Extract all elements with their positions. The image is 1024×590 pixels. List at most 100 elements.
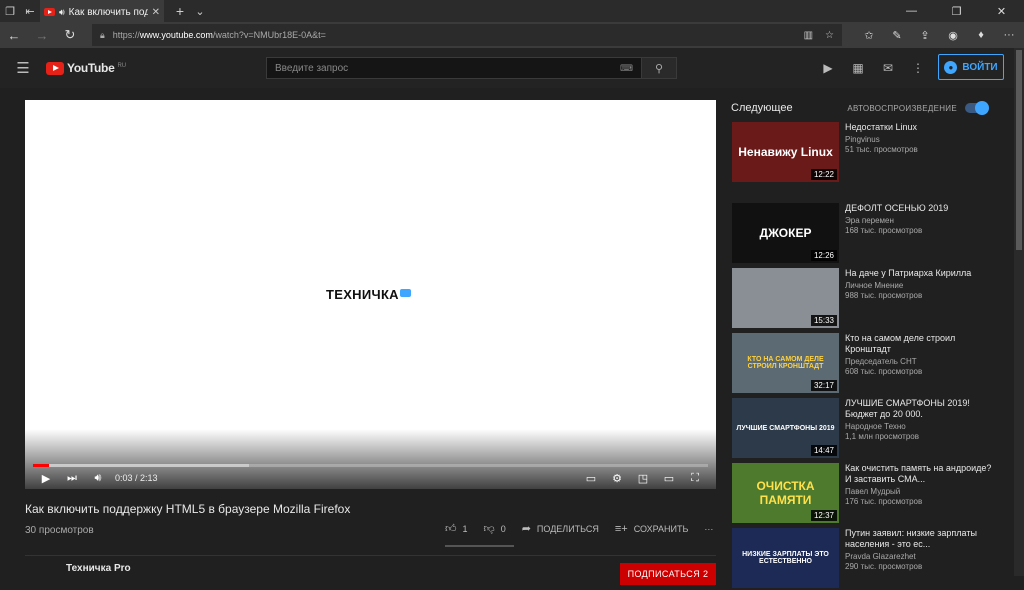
- like-count: 1: [462, 523, 468, 534]
- played-bar: [33, 464, 49, 467]
- set-aside-tabs-icon[interactable]: ⇤: [20, 0, 40, 22]
- recommendation-item[interactable]: ЛУЧШИЕ СМАРТФОНЫ 2019 14:47 ЛУЧШИЕ СМАРТФО…: [732, 398, 992, 460]
- recommendation-title[interactable]: ЛУЧШИЕ СМАРТФОНЫ 2019! Бюджет до 20 000.: [845, 398, 992, 420]
- recommendation-title[interactable]: Как очистить память на андроиде? И заста…: [845, 463, 992, 485]
- recommendation-title[interactable]: Кто на самом деле строил Кронштадт: [845, 333, 992, 355]
- youtube-logo[interactable]: YouTube RU: [46, 61, 126, 75]
- recommendation-item[interactable]: Ненавижу Linux 12:22 Недостатки Linux Pingv…: [732, 122, 992, 184]
- video-player[interactable]: ТЕХНИЧКА ▶ ⏭︎ 🔊︎ 0:03 / 2:13 ▭ ⚙ ◳ ▭ ⛶: [25, 100, 716, 489]
- recommendation-info: Кто на самом деле строил Кронштадт Предсе…: [845, 333, 992, 395]
- menu-icon[interactable]: ☰: [0, 59, 46, 77]
- chat-bubble-icon: [399, 289, 411, 297]
- maximize-icon[interactable]: ❐: [934, 0, 979, 22]
- video-thumbnail[interactable]: ЛУЧШИЕ СМАРТФОНЫ 2019 14:47: [732, 398, 839, 458]
- tips-icon[interactable]: ♦: [968, 22, 994, 48]
- favorite-star-icon[interactable]: ☆: [825, 30, 834, 41]
- recommendation-info: Как очистить память на андроиде? И заста…: [845, 463, 992, 525]
- favorites-icon[interactable]: ✩: [856, 22, 882, 48]
- close-tab-icon[interactable]: ✕: [152, 7, 160, 18]
- new-tab-icon[interactable]: +: [170, 0, 190, 22]
- recommendation-info: ДЕФОЛТ ОСЕНЬЮ 2019 Эра перемен 168 тыс. пр…: [845, 203, 992, 265]
- extension-icon[interactable]: ◉: [940, 22, 966, 48]
- recommendation-title[interactable]: Недостатки Linux: [845, 122, 992, 133]
- address-bar[interactable]: 🔒︎ https://www.youtube.com/watch?v=NMUbr…: [92, 24, 842, 46]
- settings-dots-icon[interactable]: ⋮: [908, 58, 928, 78]
- reading-view-icon[interactable]: ▥: [804, 30, 813, 41]
- autoplay-label: АВТОВОСПРОИЗВЕДЕНИЕ: [847, 103, 957, 113]
- recommendation-channel: Личное Мнение: [845, 281, 904, 290]
- channel-name[interactable]: Техничка Pro: [66, 563, 131, 574]
- more-menu-icon[interactable]: ···: [996, 22, 1022, 48]
- share-icon[interactable]: ⇪: [912, 22, 938, 48]
- recommendation-title[interactable]: Путин заявил: низкие зарплаты населения …: [845, 528, 992, 550]
- subscribe-button[interactable]: ПОДПИСАТЬСЯ 2: [620, 563, 716, 585]
- audio-icon[interactable]: 🔊︎: [59, 7, 65, 18]
- video-duration: 32:17: [810, 380, 837, 391]
- chevron-down-icon[interactable]: ⌄: [190, 0, 210, 22]
- page-scrollbar[interactable]: [1014, 48, 1024, 576]
- video-thumbnail[interactable]: КТО НА САМОМ ДЕЛЕ СТРОИЛ КРОНШТАДТ 32:17: [732, 333, 839, 393]
- minimize-icon[interactable]: —: [889, 0, 934, 22]
- close-window-icon[interactable]: ✕: [979, 0, 1024, 22]
- recommendation-item[interactable]: НИЗКИЕ ЗАРПЛАТЫ ЭТО ЕСТЕСТВЕННО Путин зая…: [732, 528, 992, 590]
- recommendation-item[interactable]: КТО НА САМОМ ДЕЛЕ СТРОИЛ КРОНШТАДТ 32:17 К…: [732, 333, 992, 395]
- video-thumbnail[interactable]: Ненавижу Linux 12:22: [732, 122, 839, 182]
- keyboard-icon[interactable]: ⌨: [620, 63, 633, 74]
- next-icon[interactable]: ⏭︎: [59, 470, 85, 486]
- back-icon[interactable]: ←: [0, 22, 28, 48]
- video-actions: 👍︎ 1 👎︎ 0 ➦ ПОДЕЛИТЬСЯ ≡+ СОХРАНИТЬ ···: [445, 522, 713, 536]
- video-duration: 12:37: [810, 510, 837, 521]
- recommendation-title[interactable]: ДЕФОЛТ ОСЕНЬЮ 2019: [845, 203, 992, 214]
- video-title: Как включить поддержку HTML5 в браузере …: [25, 502, 351, 516]
- share-button[interactable]: ➦ ПОДЕЛИТЬСЯ: [522, 522, 599, 535]
- subtitles-icon[interactable]: ▭: [578, 470, 604, 486]
- youtube-favicon-icon: [44, 8, 55, 16]
- messages-icon[interactable]: ✉: [878, 58, 898, 78]
- like-ratio-bar: [445, 545, 514, 547]
- recommendation-item[interactable]: ОЧИСТКА ПАМЯТИ 12:37 Как очистить память н…: [732, 463, 992, 525]
- thumbnail-text: НИЗКИЕ ЗАРПЛАТЫ ЭТО ЕСТЕСТВЕННО: [742, 551, 829, 565]
- recommendation-info: На даче у Патриарха Кирилла Личное Мнение…: [845, 268, 992, 330]
- recommendation-item[interactable]: ДЖОКЕР 12:26 ДЕФОЛТ ОСЕНЬЮ 2019 Эра перемен…: [732, 203, 992, 265]
- play-icon[interactable]: ▶: [33, 470, 59, 486]
- tab-title: Как включить под: [68, 6, 148, 18]
- lock-icon: 🔒︎: [100, 29, 105, 40]
- channel-avatar[interactable]: [25, 566, 53, 586]
- video-thumbnail[interactable]: НИЗКИЕ ЗАРПЛАТЫ ЭТО ЕСТЕСТВЕННО: [732, 528, 839, 588]
- forward-icon[interactable]: →: [28, 22, 56, 48]
- video-duration: 14:47: [810, 445, 837, 456]
- create-video-icon[interactable]: ▶︎: [818, 58, 838, 78]
- login-label: ВОЙТИ: [962, 61, 998, 73]
- theater-mode-icon[interactable]: ▭: [656, 470, 682, 486]
- volume-icon[interactable]: 🔊︎: [85, 470, 111, 486]
- miniplayer-icon[interactable]: ◳: [630, 470, 656, 486]
- scrollbar-thumb[interactable]: [1016, 50, 1022, 250]
- save-button[interactable]: ≡+ СОХРАНИТЬ: [615, 523, 689, 535]
- recommendation-channel: Эра перемен: [845, 216, 894, 225]
- login-button[interactable]: ● ВОЙТИ: [938, 54, 1004, 80]
- share-arrow-icon: ➦: [521, 523, 531, 535]
- recommendation-item[interactable]: 15:33 На даче у Патриарха Кирилла Личное М…: [732, 268, 992, 330]
- fullscreen-icon[interactable]: ⛶: [682, 470, 708, 486]
- tab-list-icon[interactable]: ❐: [0, 0, 20, 22]
- video-duration: 15:33: [810, 315, 837, 326]
- recommendation-title[interactable]: На даче у Патриарха Кирилла: [845, 268, 992, 279]
- recommendation-views: 168 тыс. просмотров: [845, 226, 923, 235]
- video-thumbnail[interactable]: ОЧИСТКА ПАМЯТИ 12:37: [732, 463, 839, 523]
- like-button[interactable]: 👍︎ 1: [445, 522, 468, 535]
- more-actions-button[interactable]: ···: [704, 524, 713, 534]
- progress-bar[interactable]: [33, 464, 708, 467]
- time-display: 0:03 / 2:13: [115, 473, 158, 483]
- autoplay-toggle[interactable]: [965, 101, 989, 115]
- refresh-icon[interactable]: ↻: [56, 22, 84, 48]
- browser-tab-active[interactable]: 🔊︎ Как включить под ✕: [40, 0, 164, 22]
- video-thumbnail[interactable]: ДЖОКЕР 12:26: [732, 203, 839, 263]
- search-button[interactable]: ⚲: [641, 57, 677, 79]
- settings-gear-icon[interactable]: ⚙: [604, 470, 630, 486]
- apps-icon[interactable]: ▦: [848, 58, 868, 78]
- pen-icon[interactable]: ✎: [884, 22, 910, 48]
- account-icon: ●: [944, 60, 958, 74]
- video-thumbnail[interactable]: 15:33: [732, 268, 839, 328]
- search-input[interactable]: Введите запрос ⌨: [266, 57, 642, 79]
- dislike-button[interactable]: 👎︎ 0: [484, 522, 506, 535]
